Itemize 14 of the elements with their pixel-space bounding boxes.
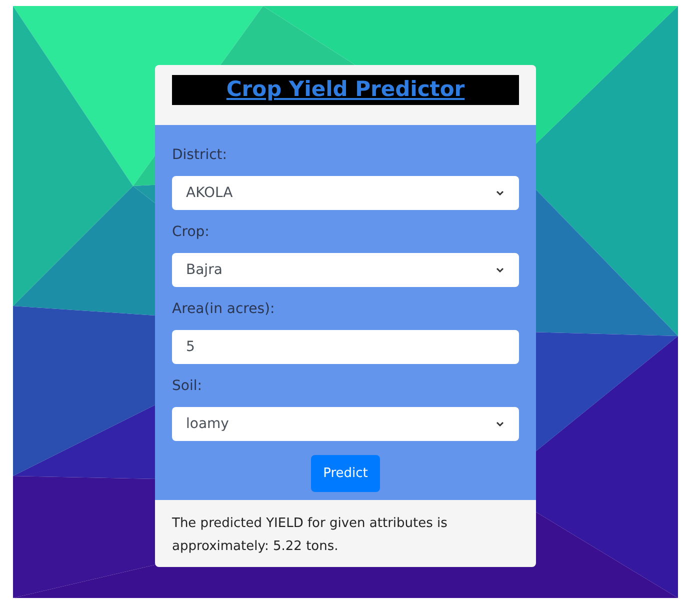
field-label: Area(in acres): — [172, 300, 276, 319]
dropdown[interactable]: loamy — [172, 407, 519, 441]
chevron-icon — [495, 188, 505, 198]
chevron-icon — [495, 265, 505, 275]
dropdown[interactable]: AKOLA — [172, 176, 519, 210]
chevron-icon — [495, 419, 505, 429]
title-link[interactable]: Crop Yield Predictor — [226, 74, 465, 106]
field-label: District: — [172, 146, 228, 165]
result-text: The predicted YIELD for given attributes is approximately: 5.22 tons. — [172, 515, 448, 556]
input-field[interactable]: 5 — [172, 330, 519, 364]
predict-button[interactable]: Predict — [311, 455, 380, 492]
field-label: Soil: — [172, 377, 203, 396]
field-label: Crop: — [172, 223, 210, 242]
dropdown[interactable]: Bajra — [172, 253, 519, 287]
